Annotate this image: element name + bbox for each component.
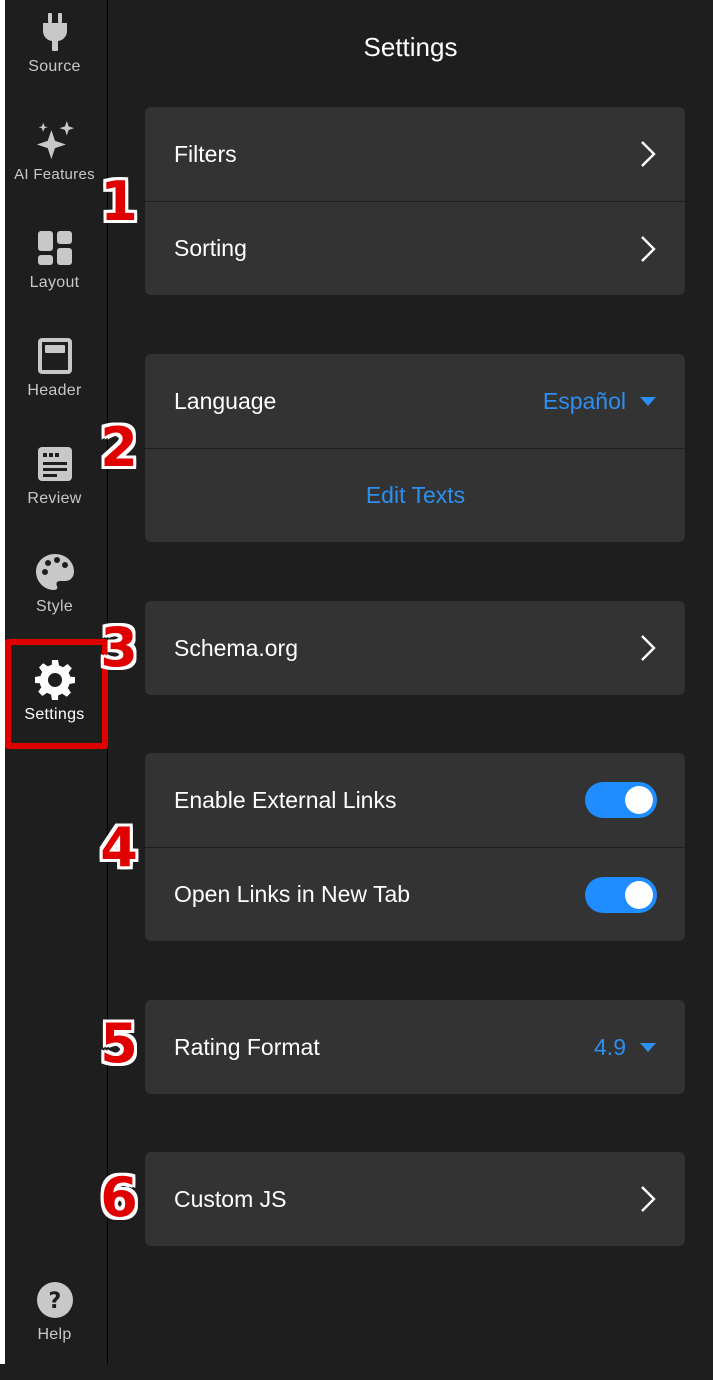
custom-js-label: Custom JS (174, 1185, 287, 1212)
filters-sorting-card: Filters Sorting (145, 107, 685, 295)
schema-label: Schema.org (174, 634, 299, 661)
language-value: Español (542, 387, 626, 414)
links-card: Enable External Links Open Links in New … (145, 753, 685, 941)
caret-down-icon (640, 396, 656, 406)
annotation-badge-3: 3 (100, 616, 138, 679)
sidebar-item-layout[interactable]: Layout (5, 228, 104, 328)
sidebar-item-review[interactable]: Review (5, 444, 104, 544)
filters-row[interactable]: Filters (145, 107, 685, 201)
active-highlight-frame (5, 639, 108, 749)
new-tab-label: Open Links in New Tab (174, 881, 411, 907)
annotation-badge-1: 1 (100, 170, 138, 233)
rating-card: Rating Format 4.9 (145, 1000, 685, 1094)
chevron-right-icon (639, 633, 657, 663)
caret-down-icon (640, 1042, 656, 1052)
sorting-row[interactable]: Sorting (145, 201, 685, 295)
plug-icon (35, 12, 75, 52)
toggle-knob (625, 786, 653, 814)
sidebar-item-label: Review (27, 490, 82, 507)
page-title: Settings (363, 32, 458, 62)
sidebar-item-label: Style (35, 598, 74, 615)
language-row[interactable]: Language Español (145, 354, 685, 448)
chevron-right-icon (639, 139, 657, 169)
new-tab-toggle[interactable] (585, 876, 657, 913)
rating-format-select[interactable]: 4.9 (594, 1034, 657, 1061)
annotation-badge-6: 6 (100, 1166, 138, 1229)
sidebar-item-label: Help (37, 1326, 72, 1343)
filters-label: Filters (174, 140, 237, 167)
sidebar-item-source[interactable]: Source (5, 12, 104, 112)
sparkles-icon (35, 120, 75, 160)
toggle-knob (625, 880, 653, 909)
sidebar-item-label: AI Features (14, 166, 95, 183)
language-select[interactable]: Español (543, 388, 657, 415)
external-links-label: Enable External Links (174, 786, 397, 813)
external-links-toggle[interactable] (585, 782, 657, 818)
schema-card: Schema.org (145, 601, 685, 695)
custom-js-card: Custom JS (145, 1152, 685, 1246)
chevron-right-icon (639, 234, 657, 264)
annotation-badge-5: 5 (100, 1012, 138, 1075)
rating-format-label: Rating Format (174, 1033, 320, 1060)
rating-format-row[interactable]: Rating Format 4.9 (145, 1000, 685, 1094)
sorting-label: Sorting (174, 235, 247, 261)
sidebar-item-header[interactable]: Header (5, 336, 104, 436)
sidebar-item-ai-features[interactable]: AI Features (5, 120, 104, 220)
svg-text:?: ? (48, 1289, 61, 1314)
chevron-right-icon (639, 1184, 657, 1214)
rating-format-value: 4.9 (594, 1033, 626, 1060)
sidebar-item-label: Layout (29, 274, 80, 291)
layout-grid-icon (35, 228, 75, 268)
new-tab-row: Open Links in New Tab (145, 847, 685, 941)
review-card-icon (35, 444, 75, 484)
header-window-icon (35, 336, 75, 376)
edit-texts-button[interactable]: Edit Texts (145, 448, 685, 542)
sidebar-item-style[interactable]: Style (5, 552, 104, 652)
sidebar-item-help[interactable]: ? Help (5, 1280, 104, 1380)
custom-js-row[interactable]: Custom JS (145, 1152, 685, 1246)
sidebar-item-label: Header (27, 382, 82, 399)
language-card: Language Español Edit Texts (145, 354, 685, 542)
edit-texts-label: Edit Texts (365, 482, 466, 508)
annotation-badge-2: 2 (100, 416, 138, 479)
external-links-row: Enable External Links (145, 753, 685, 847)
sidebar-item-label: Source (28, 58, 81, 75)
annotation-badge-4: 4 (100, 816, 138, 879)
language-label: Language (174, 387, 277, 414)
help-icon: ? (35, 1280, 75, 1320)
palette-icon (35, 552, 75, 592)
schema-row[interactable]: Schema.org (145, 601, 685, 695)
